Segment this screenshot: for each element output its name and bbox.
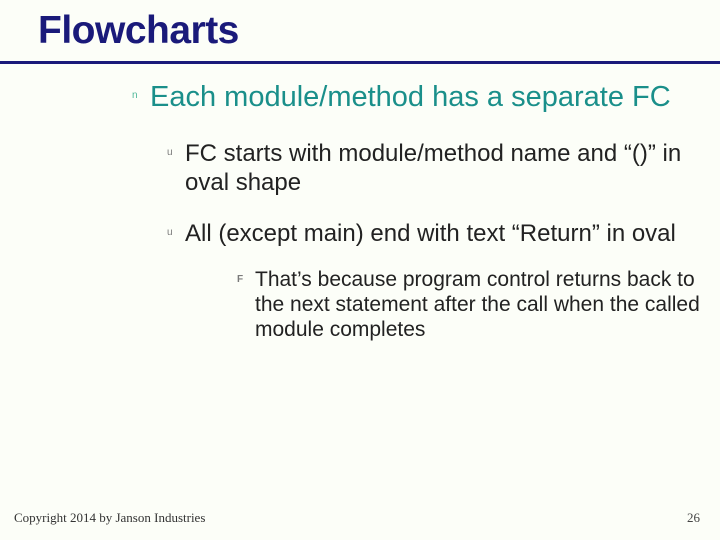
- footer-page-number: 26: [687, 510, 700, 526]
- bullet-f-icon: F: [237, 274, 243, 285]
- bullet-u-icon: u: [167, 147, 173, 158]
- bullet-level-1-text: Each module/method has a separate FC: [150, 80, 700, 114]
- bullet-level-3: F That’s because program control returns…: [255, 267, 700, 343]
- bullet-level-2: u FC starts with module/method name and …: [185, 140, 700, 198]
- bullet-level-3-text: That’s because program control returns b…: [255, 267, 700, 343]
- bullet-level-2: u All (except main) end with text “Retur…: [185, 220, 700, 342]
- bullet-level-2-text: All (except main) end with text “Return”…: [185, 220, 700, 249]
- slide-title: Flowcharts: [38, 9, 239, 53]
- slide-content: n Each module/method has a separate FC u…: [0, 80, 720, 364]
- bullet-level-1: n Each module/method has a separate FC: [150, 80, 700, 114]
- bullet-n-icon: n: [132, 90, 138, 101]
- bullet-u-icon: u: [167, 227, 173, 238]
- bullet-level-2-text: FC starts with module/method name and “(…: [185, 140, 700, 198]
- footer-copyright: Copyright 2014 by Janson Industries: [14, 510, 205, 526]
- title-bar: Flowcharts: [0, 0, 720, 64]
